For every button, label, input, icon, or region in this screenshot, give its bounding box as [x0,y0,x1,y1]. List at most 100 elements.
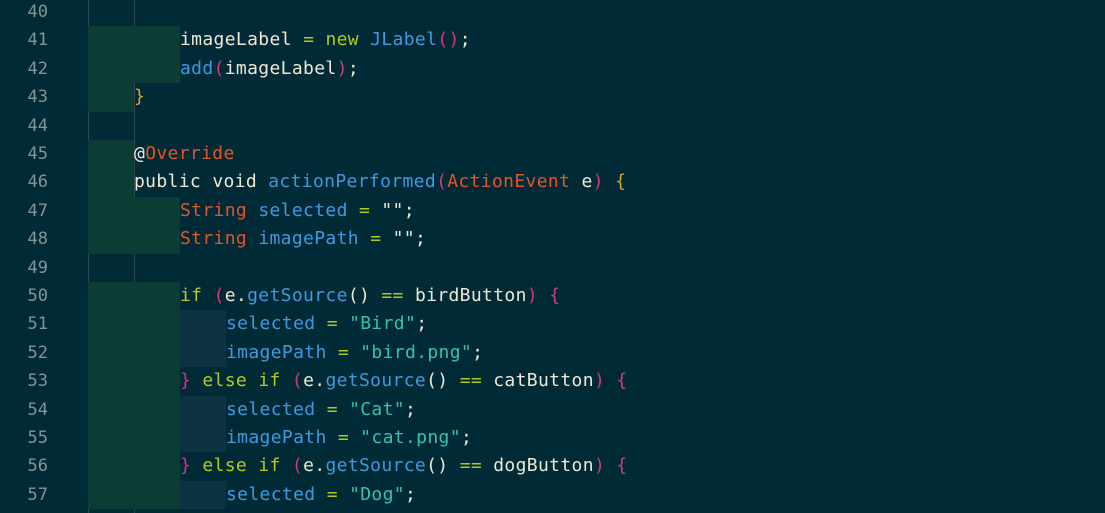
code-text[interactable]: } else if (e.getSource() == catButton) { [180,367,628,395]
indent-block [180,338,226,368]
code-text[interactable]: selected = "Dog"; [226,481,416,509]
code-line[interactable]: 49 [0,254,1105,282]
code-token: void [212,171,269,193]
code-line[interactable]: 40 [0,0,1105,26]
code-line[interactable]: 41 imageLabel = new JLabel(); [0,26,1105,55]
code-text[interactable]: String imagePath = ""; [180,225,426,253]
line-number: 56 [27,456,48,477]
code-token: add [180,57,214,79]
code-token: } [180,370,203,392]
indent-block [134,225,180,254]
line-number: 52 [27,342,48,363]
code-token: ) [336,57,348,79]
code-token: Override [145,143,235,164]
code-line[interactable]: 52 imagePath = "bird.png"; [0,338,1105,368]
code-token: ; [416,313,428,335]
code-line[interactable]: 47 String selected = ""; [0,196,1105,226]
code-token: if [180,285,214,306]
code-token: selected [226,483,327,505]
line-number: 44 [27,115,48,136]
code-line[interactable]: 43} [0,83,1105,112]
code-line[interactable]: 50 if (e.getSource() == birdButton) { [0,282,1105,311]
code-line[interactable]: 44 [0,112,1105,140]
code-text[interactable]: } [134,83,145,111]
code-token: actionPerformed [268,171,437,193]
indent-block [88,395,134,424]
code-token: public [134,171,213,193]
code-token: "Bird" [349,313,417,335]
line-number: 41 [27,30,48,51]
code-token: = [326,483,350,505]
code-token: = [337,341,361,363]
code-token: . [314,370,326,392]
code-text[interactable]: String selected = ""; [180,197,415,225]
code-text[interactable]: imagePath = "bird.png"; [226,339,483,367]
indent-block [134,26,180,55]
code-token: ; [405,483,417,505]
code-token: getSource [247,285,348,306]
indent-block [180,310,226,339]
code-line[interactable]: 48 String imagePath = ""; [0,225,1105,254]
code-line[interactable]: 57 selected = "Dog"; [0,480,1105,510]
line-number: 42 [27,58,48,79]
code-token: selected [226,313,327,335]
code-line[interactable]: 54 selected = "Cat"; [0,395,1105,424]
code-editor[interactable]: 40 41 imageLabel = new JLabel(); 42 add(imag… [0,0,1105,513]
code-text[interactable]: selected = "Bird"; [226,310,427,338]
code-line[interactable]: 51 selected = "Bird"; [0,310,1105,339]
code-token: imageLabel [180,29,304,51]
code-token: = [303,29,326,51]
code-line[interactable]: 45 @Override [0,140,1105,169]
code-token: "Cat" [349,398,405,420]
indent-block [180,480,226,510]
line-number: 45 [27,144,48,164]
code-line[interactable]: 56 } else if (e.getSource() == dogButton)… [0,452,1105,481]
code-token: JLabel [370,29,438,51]
code-text[interactable]: if (e.getSource() == birdButton) { [180,282,560,310]
code-text[interactable]: imagePath = "cat.png"; [226,424,472,452]
code-token: } [180,455,203,477]
code-text[interactable]: add(imageLabel); [180,55,359,83]
code-token: ; [460,427,473,448]
code-token: dogButton [493,455,594,477]
code-token: { [549,285,561,306]
code-token: new [325,29,371,51]
code-line[interactable]: 42 add(imageLabel); [0,54,1105,84]
indent-block [134,54,180,84]
code-text[interactable]: imageLabel = new JLabel(); [180,26,471,54]
code-token: imagePath [258,228,371,250]
indent-block [88,424,134,453]
code-token: catButton [493,370,594,392]
code-token: { [616,370,628,392]
line-number: 48 [27,229,48,250]
line-number: 46 [27,172,48,193]
code-token: "bird.png" [360,341,473,363]
code-token: String [180,228,259,250]
code-text[interactable]: public void actionPerformed(ActionEvent … [134,168,626,196]
indent-block [180,395,226,424]
code-line[interactable]: 55 imagePath = "cat.png"; [0,424,1105,453]
code-text[interactable]: @Override [134,140,235,168]
code-token: e [581,171,593,193]
indent-block [134,338,180,368]
code-token: } [134,86,146,108]
code-token: ; [405,398,417,420]
code-token: . [235,285,248,306]
code-token: ( [436,171,448,193]
code-token: imagePath [226,427,338,448]
code-token: ( [291,455,304,477]
code-token: imagePath [226,341,338,363]
indent-block [88,26,134,55]
code-token: ActionEvent [447,171,582,193]
indent-block [134,424,180,453]
code-text[interactable]: selected = "Cat"; [226,396,416,424]
code-token: "cat.png" [360,427,461,448]
code-token: ; [459,29,471,51]
code-token: if [258,455,292,477]
code-text[interactable]: } else if (e.getSource() == dogButton) { [180,452,628,480]
code-token: () [426,370,460,392]
code-line[interactable]: 46 public void actionPerformed(ActionEven… [0,168,1105,197]
code-line[interactable]: 53} else if (e.getSource() == catButton)… [0,367,1105,396]
code-token: ( [291,370,304,392]
code-token: ; [414,228,427,250]
